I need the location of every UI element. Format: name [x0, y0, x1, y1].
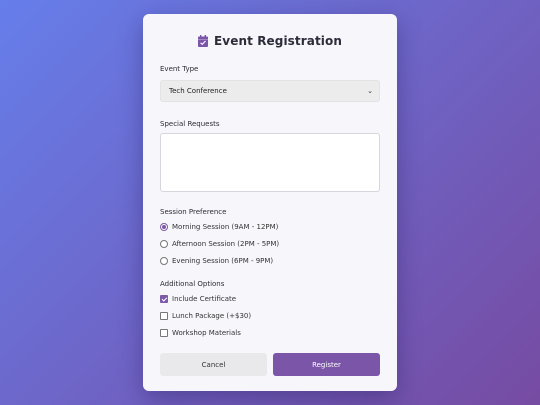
checkbox[interactable]	[160, 329, 168, 337]
calendar-check-icon	[197, 35, 208, 47]
option-workshop-materials[interactable]: Workshop Materials	[160, 328, 380, 338]
option-lunch-package[interactable]: Lunch Package (+$30)	[160, 311, 380, 321]
option-label: Include Certificate	[172, 295, 237, 303]
session-option-label: Evening Session (6PM - 9PM)	[172, 257, 274, 265]
form-actions: Cancel Register	[160, 353, 380, 376]
session-option-morning[interactable]: Morning Session (9AM - 12PM)	[160, 222, 380, 232]
registration-card: Event Registration Event Type Tech Confe…	[143, 14, 397, 391]
session-option-evening[interactable]: Evening Session (6PM - 9PM)	[160, 256, 380, 266]
register-button[interactable]: Register	[273, 353, 380, 376]
event-type-select[interactable]: Tech Conference ⌄	[160, 80, 380, 102]
form-title: Event Registration	[213, 34, 343, 48]
session-option-label: Morning Session (9AM - 12PM)	[172, 223, 279, 231]
additional-options-label: Additional Options	[160, 280, 225, 288]
cancel-button[interactable]: Cancel	[160, 353, 267, 376]
event-type-label: Event Type	[160, 65, 199, 73]
special-requests-label: Special Requests	[160, 120, 220, 128]
session-preference-label: Session Preference	[160, 208, 227, 216]
radio-button[interactable]	[160, 240, 168, 248]
radio-button-checked[interactable]	[160, 223, 168, 231]
form-header: Event Registration	[160, 34, 380, 48]
checkbox-checked[interactable]	[160, 295, 168, 303]
chevron-down-icon: ⌄	[367, 87, 373, 95]
session-option-label: Afternoon Session (2PM - 5PM)	[172, 240, 280, 248]
radio-button[interactable]	[160, 257, 168, 265]
option-label: Lunch Package (+$30)	[172, 312, 252, 320]
option-include-certificate[interactable]: Include Certificate	[160, 294, 380, 304]
option-label: Workshop Materials	[172, 329, 241, 337]
special-requests-textarea[interactable]	[160, 133, 380, 192]
event-type-selected-value: Tech Conference	[169, 87, 227, 95]
session-option-afternoon[interactable]: Afternoon Session (2PM - 5PM)	[160, 239, 380, 249]
checkbox[interactable]	[160, 312, 168, 320]
